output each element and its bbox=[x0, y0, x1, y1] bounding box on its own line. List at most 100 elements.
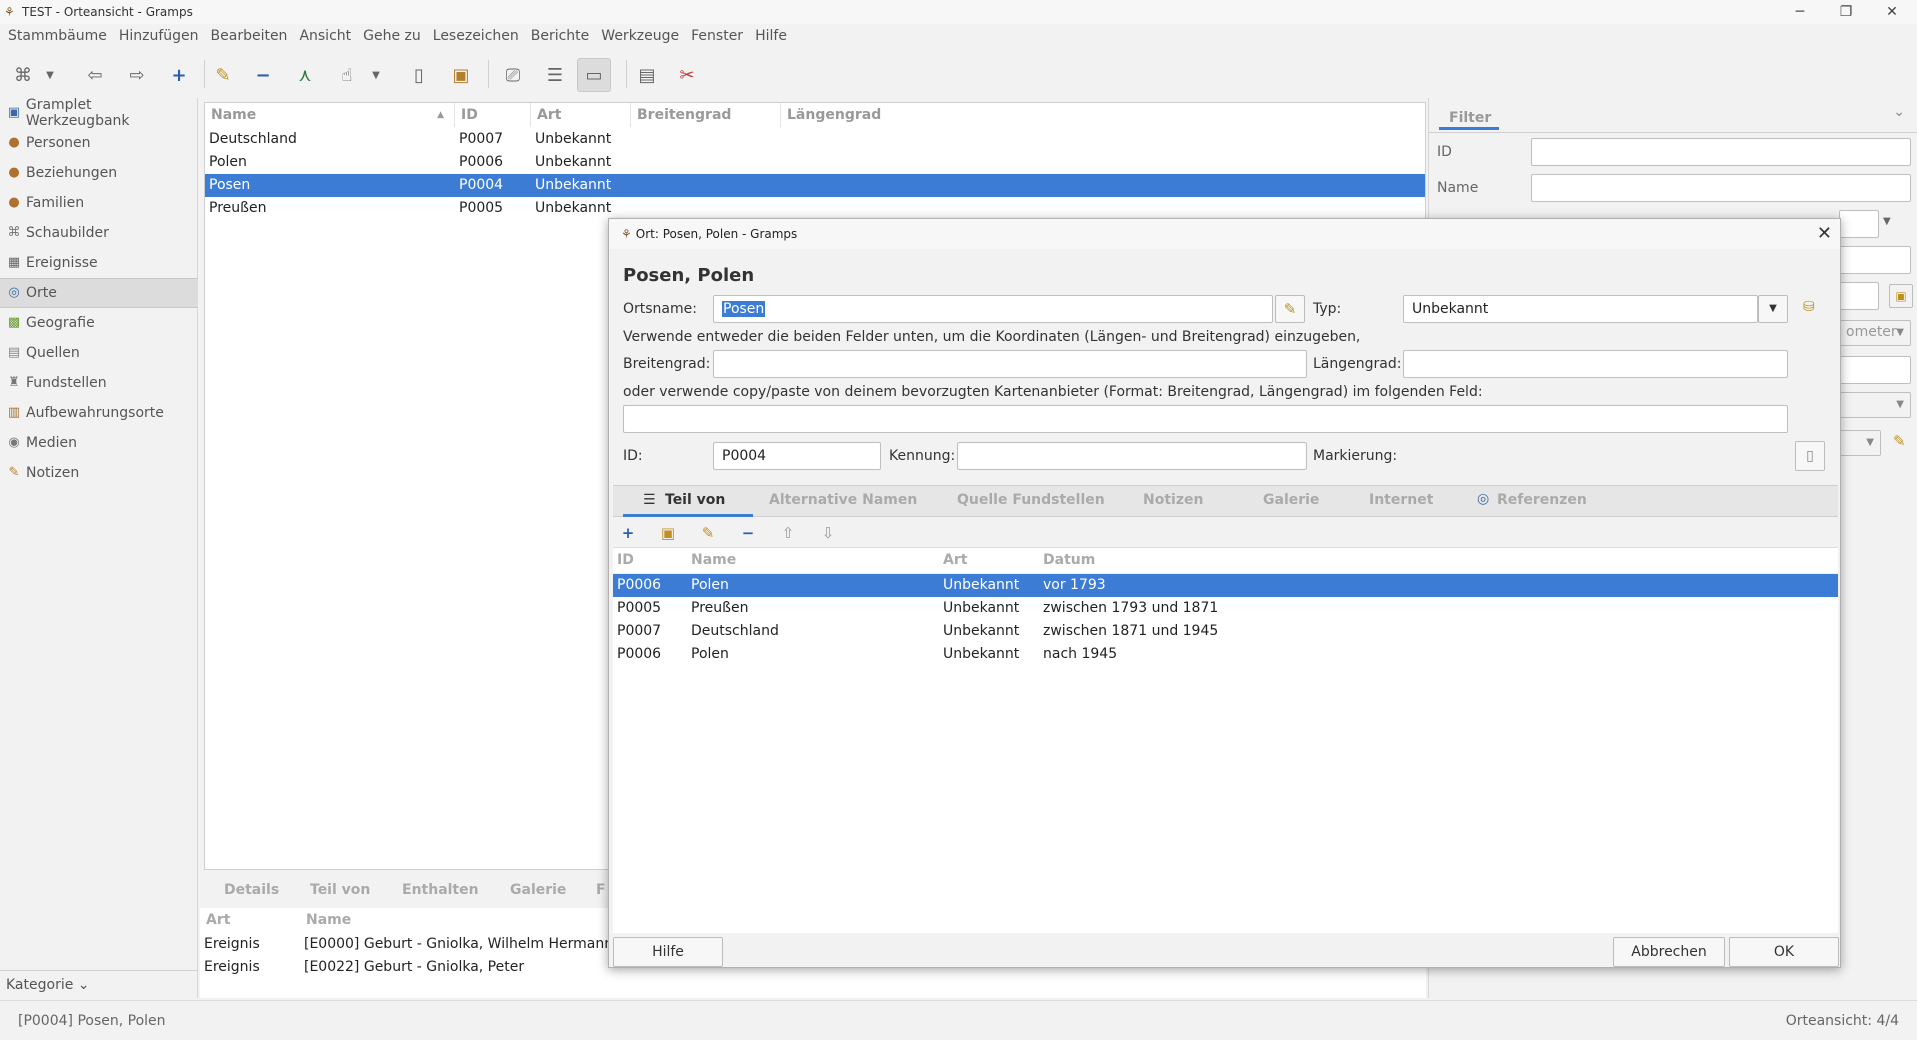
add-icon[interactable]: + bbox=[617, 522, 639, 544]
col-header-art[interactable]: Art bbox=[943, 552, 967, 568]
menu-hinzufuegen[interactable]: Hinzufügen bbox=[113, 28, 205, 44]
tab-quelle-fundstellen[interactable]: Quelle Fundstellen bbox=[957, 492, 1105, 508]
edit-icon[interactable]: ✎ bbox=[697, 522, 719, 544]
table-row-selected[interactable]: Posen P0004 Unbekannt bbox=[205, 174, 1425, 197]
col-header-art[interactable]: Art bbox=[206, 912, 230, 928]
menu-lesezeichen[interactable]: Lesezeichen bbox=[427, 28, 525, 44]
col-header-id[interactable]: ID bbox=[617, 552, 634, 568]
tab-enthalten[interactable]: Enthalten bbox=[402, 882, 479, 898]
tab-internet[interactable]: Internet bbox=[1369, 492, 1433, 508]
help-button[interactable]: Hilfe bbox=[613, 937, 723, 967]
menu-fenster[interactable]: Fenster bbox=[685, 28, 749, 44]
col-header-laengengrad[interactable]: Längengrad bbox=[781, 103, 1425, 127]
add-icon[interactable]: + bbox=[162, 58, 196, 92]
family-trees-icon[interactable]: ⌘ bbox=[6, 58, 40, 92]
ok-button[interactable]: OK bbox=[1729, 937, 1839, 967]
filter-select[interactable]: ▼ bbox=[1839, 430, 1881, 456]
filter-field-input[interactable] bbox=[1839, 246, 1911, 274]
minimize-button[interactable]: ─ bbox=[1777, 0, 1823, 24]
filter-field-input[interactable] bbox=[1839, 282, 1879, 310]
select-existing-icon[interactable]: ▣ bbox=[1889, 284, 1913, 308]
id-input[interactable]: P0004 bbox=[713, 442, 881, 470]
back-icon[interactable]: ⇦ bbox=[78, 58, 112, 92]
tab-teil-von[interactable]: Teil von bbox=[665, 492, 725, 508]
tab-alternative-namen[interactable]: Alternative Namen bbox=[769, 492, 917, 508]
cut-icon[interactable]: ✂ bbox=[670, 58, 704, 92]
row-name[interactable]: [E0022] Geburt - Gniolka, Peter bbox=[304, 959, 524, 975]
move-up-icon[interactable]: ⇧ bbox=[777, 522, 799, 544]
col-header-datum[interactable]: Datum bbox=[1043, 552, 1095, 568]
sidebar-item-medien[interactable]: ◉ Medien bbox=[0, 428, 198, 458]
table-row[interactable]: Preußen P0005 Unbekannt bbox=[205, 197, 1425, 220]
coordinates-paste-input[interactable] bbox=[623, 405, 1788, 433]
move-down-icon[interactable]: ⇩ bbox=[817, 522, 839, 544]
filter-field-input[interactable] bbox=[1839, 356, 1911, 384]
filter-range-select[interactable]: ometer ▼ bbox=[1839, 320, 1911, 346]
sidebar-item-personen[interactable]: ● Personen bbox=[0, 128, 198, 158]
clipboard-icon[interactable]: ▯ bbox=[402, 58, 436, 92]
category-selector[interactable]: Kategorie ⌄ bbox=[0, 970, 198, 996]
filter-select[interactable]: ▼ bbox=[1839, 392, 1911, 418]
tab-more[interactable]: F bbox=[596, 882, 606, 898]
col-header-id[interactable]: ID bbox=[455, 103, 531, 127]
table-row[interactable]: P0007 Deutschland Unbekannt zwischen 187… bbox=[613, 620, 1838, 643]
tab-referenzen[interactable]: Referenzen bbox=[1497, 492, 1587, 508]
dropdown-arrow-icon[interactable]: ▼ bbox=[1883, 216, 1891, 227]
col-header-name[interactable]: Name bbox=[306, 912, 351, 928]
share-existing-icon[interactable]: ▣ bbox=[657, 522, 679, 544]
filter-id-input[interactable] bbox=[1531, 138, 1911, 166]
menu-bearbeiten[interactable]: Bearbeiten bbox=[205, 28, 294, 44]
dropdown-arrow-icon[interactable]: ▼ bbox=[40, 58, 60, 92]
sidebar-item-aufbewahrungsorte[interactable]: ▥ Aufbewahrungsorte bbox=[0, 398, 198, 428]
tab-galerie[interactable]: Galerie bbox=[1263, 492, 1319, 508]
menu-berichte[interactable]: Berichte bbox=[525, 28, 596, 44]
tab-filter[interactable]: Filter bbox=[1439, 102, 1499, 130]
laengengrad-input[interactable] bbox=[1403, 350, 1788, 378]
tab-teil-von[interactable]: Teil von bbox=[310, 882, 370, 898]
close-icon[interactable]: ✕ bbox=[1817, 223, 1832, 244]
menu-stammbaeume[interactable]: Stammbäume bbox=[2, 28, 113, 44]
remove-icon[interactable]: − bbox=[737, 522, 759, 544]
menu-hilfe[interactable]: Hilfe bbox=[749, 28, 793, 44]
sidebar-item-geografie[interactable]: ▩ Geografie bbox=[0, 308, 198, 338]
row-type[interactable]: Ereignis bbox=[204, 936, 260, 952]
col-header-name[interactable]: Name bbox=[691, 552, 736, 568]
maximize-button[interactable]: ❐ bbox=[1823, 0, 1869, 24]
tag-edit-icon[interactable]: ▯ bbox=[1795, 441, 1825, 471]
table-row[interactable]: P0006 Polen Unbekannt nach 1945 bbox=[613, 643, 1838, 666]
kennung-input[interactable] bbox=[957, 442, 1307, 470]
row-type[interactable]: Ereignis bbox=[204, 959, 260, 975]
dropdown-arrow-icon[interactable]: ▼ bbox=[366, 58, 386, 92]
edit-name-icon[interactable]: ✎ bbox=[1275, 295, 1305, 323]
filter-name-input[interactable] bbox=[1531, 174, 1911, 202]
cancel-button[interactable]: Abbrechen bbox=[1613, 937, 1725, 967]
sidebar-item-notizen[interactable]: ✎ Notizen bbox=[0, 458, 198, 488]
close-window-button[interactable]: ✕ bbox=[1869, 0, 1915, 24]
sidebar-item-schaubilder[interactable]: ⌘ Schaubilder bbox=[0, 218, 198, 248]
remove-icon[interactable]: − bbox=[246, 58, 280, 92]
sidebar-item-beziehungen[interactable]: ● Beziehungen bbox=[0, 158, 198, 188]
flat-view-icon[interactable]: ▭ bbox=[577, 58, 611, 92]
sidebar-item-orte[interactable]: ◎ Orte bbox=[0, 278, 198, 308]
table-row[interactable]: P0005 Preußen Unbekannt zwischen 1793 un… bbox=[613, 597, 1838, 620]
menu-gehe-zu[interactable]: Gehe zu bbox=[357, 28, 427, 44]
sidebar-item-fundstellen[interactable]: ♜ Fundstellen bbox=[0, 368, 198, 398]
list-view-icon[interactable]: ☰ bbox=[538, 58, 572, 92]
config-view-icon[interactable]: ⎚ bbox=[496, 58, 530, 92]
paste-icon[interactable]: ▣ bbox=[444, 58, 478, 92]
sidebar-item-quellen[interactable]: ▤ Quellen bbox=[0, 338, 198, 368]
typ-combo[interactable]: Unbekannt bbox=[1403, 295, 1758, 323]
menu-werkzeuge[interactable]: Werkzeuge bbox=[595, 28, 685, 44]
table-row-selected[interactable]: P0006 Polen Unbekannt vor 1793 bbox=[613, 574, 1838, 597]
col-header-name[interactable]: Name ▲ bbox=[205, 103, 455, 127]
dropdown-arrow-icon[interactable]: ▼ bbox=[1758, 295, 1788, 323]
tab-notizen[interactable]: Notizen bbox=[1143, 492, 1203, 508]
select-place-icon[interactable]: ⛁ bbox=[1803, 299, 1815, 315]
tab-galerie[interactable]: Galerie bbox=[510, 882, 566, 898]
sidebar-item-familien[interactable]: ● Familien bbox=[0, 188, 198, 218]
forward-icon[interactable]: ⇨ bbox=[120, 58, 154, 92]
ortsname-input[interactable]: Posen bbox=[713, 295, 1273, 323]
sidebar-item-gramplet[interactable]: ▣ Gramplet Werkzeugbank bbox=[0, 97, 198, 129]
col-header-art[interactable]: Art bbox=[531, 103, 631, 127]
edit-icon[interactable]: ✎ bbox=[1893, 432, 1906, 450]
